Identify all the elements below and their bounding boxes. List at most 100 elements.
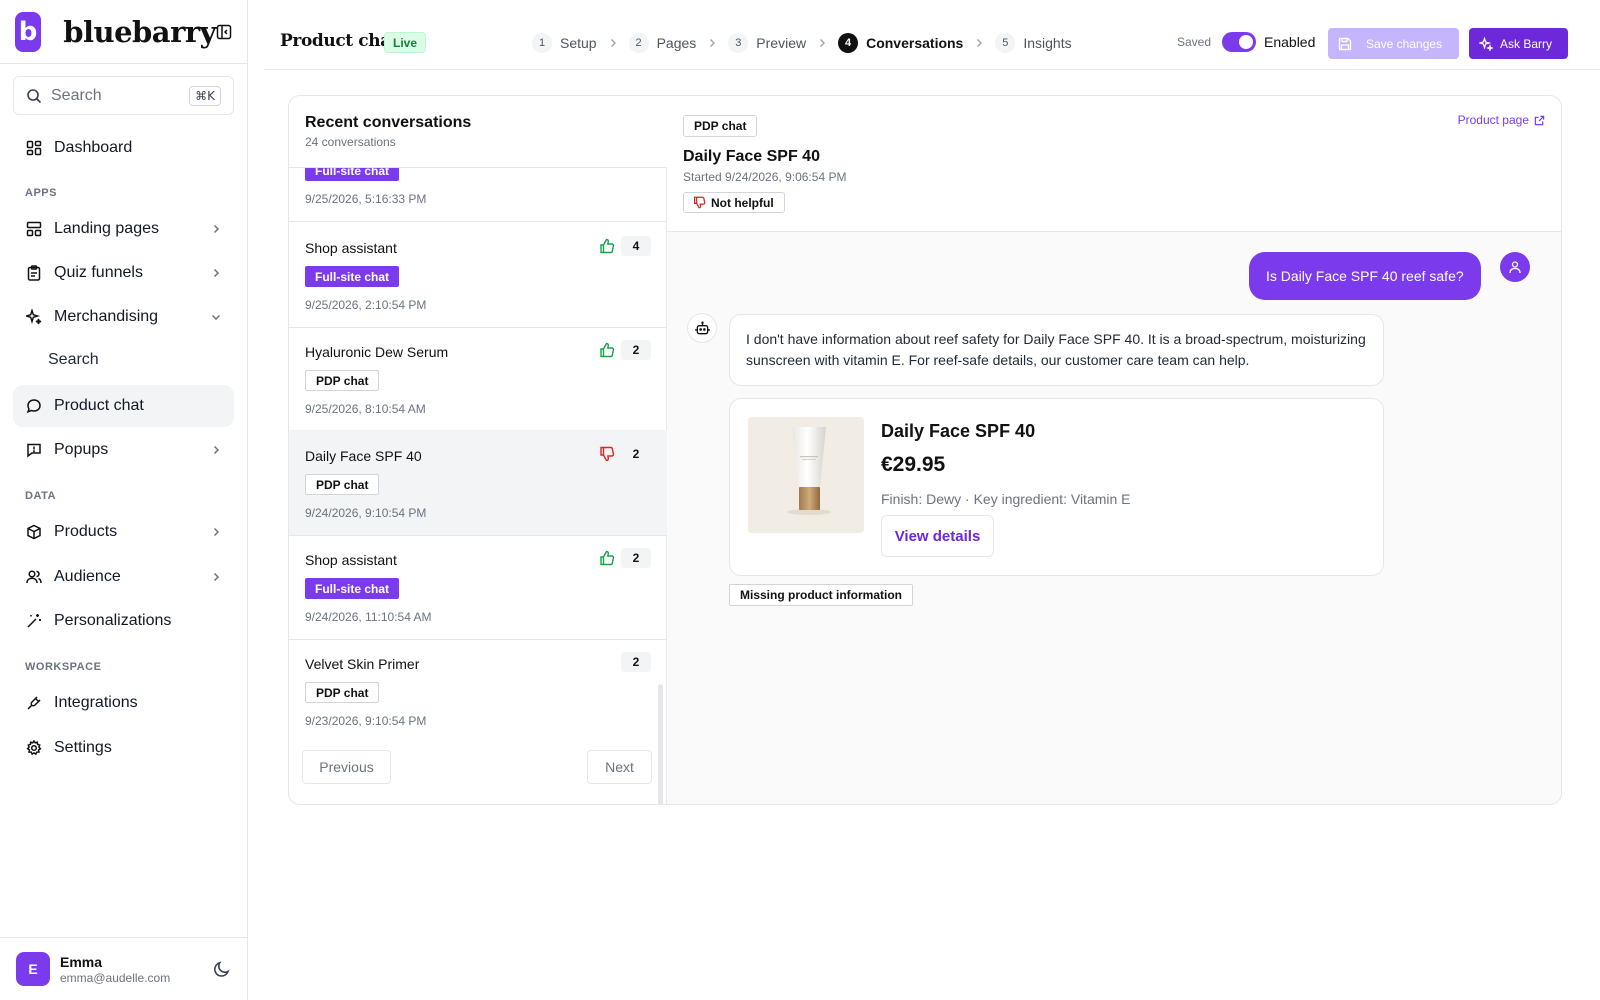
sidebar-item-label: Settings bbox=[54, 739, 112, 756]
bot-message-bubble: I don't have information about reef safe… bbox=[729, 314, 1384, 386]
conversation-date: 9/25/2026, 2:10:54 PM bbox=[305, 298, 427, 312]
view-details-button[interactable]: View details bbox=[881, 515, 994, 557]
conversation-type-tag: PDP chat bbox=[305, 474, 380, 495]
enabled-toggle[interactable] bbox=[1222, 32, 1256, 52]
conversation-list[interactable]: Full-site chat 9/25/2026, 5:16:33 PM Sho… bbox=[289, 168, 667, 728]
step-label: Pages bbox=[656, 35, 697, 51]
product-card: Daily Face SPF 40 €29.95 Finish: Dewy · … bbox=[729, 398, 1384, 576]
sidebar-item-integrations[interactable]: Integrations bbox=[13, 682, 234, 724]
conversation-title: Shop assistant bbox=[305, 240, 397, 256]
list-item[interactable]: Velvet Skin Primer 2 PDP chat 9/23/2026,… bbox=[289, 638, 667, 728]
magic-wand-icon bbox=[25, 612, 43, 630]
message-count-badge: 2 bbox=[621, 652, 651, 672]
conversation-detail-title: Daily Face SPF 40 bbox=[683, 148, 820, 165]
external-link-icon bbox=[1534, 115, 1545, 126]
conversation-date: 9/25/2026, 8:10:54 AM bbox=[305, 402, 426, 416]
user-email: emma@audelle.com bbox=[60, 970, 171, 985]
enabled-toggle-label: Enabled bbox=[1264, 34, 1316, 50]
sidebar-item-settings[interactable]: Settings bbox=[13, 727, 234, 769]
product-image bbox=[748, 417, 864, 533]
chevron-down-icon bbox=[210, 311, 222, 323]
brand-wordmark[interactable]: bluebarry bbox=[63, 15, 216, 49]
popup-icon bbox=[25, 441, 43, 459]
sidebar-item-merchandising[interactable]: Merchandising bbox=[13, 296, 234, 338]
conversations-card: Recent conversations 24 conversations Fu… bbox=[288, 95, 1562, 805]
chevron-right-icon bbox=[816, 37, 828, 49]
message-count-badge: 2 bbox=[621, 340, 651, 360]
wizard-steps: 1 Setup 2 Pages 3 Preview 4 Conversation… bbox=[532, 32, 1072, 54]
chevron-right-icon bbox=[210, 526, 222, 538]
search-icon bbox=[26, 88, 42, 104]
save-changes-button[interactable]: Save changes bbox=[1328, 28, 1459, 59]
conversation-title: Daily Face SPF 40 bbox=[305, 448, 422, 464]
user-info: Emma emma@audelle.com bbox=[60, 954, 170, 985]
step-preview[interactable]: 3 Preview bbox=[728, 33, 806, 53]
ask-barry-button[interactable]: Ask Barry bbox=[1469, 28, 1568, 59]
thumbs-up-icon bbox=[599, 342, 617, 360]
previous-page-button[interactable]: Previous bbox=[302, 750, 391, 784]
logo-icon[interactable]: b bbox=[15, 11, 42, 52]
step-setup[interactable]: 1 Setup bbox=[532, 33, 597, 53]
step-pages[interactable]: 2 Pages bbox=[628, 33, 697, 53]
list-item[interactable]: Full-site chat 9/25/2026, 5:16:33 PM bbox=[289, 168, 667, 222]
user-avatar-icon bbox=[1500, 252, 1530, 282]
list-item[interactable]: Hyaluronic Dew Serum 2 PDP chat 9/25/202… bbox=[289, 326, 667, 432]
ask-barry-label: Ask Barry bbox=[1500, 36, 1553, 51]
sidebar-search-input[interactable]: Search ⌘K bbox=[13, 76, 234, 115]
conversation-count: 24 conversations bbox=[305, 135, 396, 149]
section-label-workspace: WORKSPACE bbox=[25, 661, 102, 673]
step-conversations[interactable]: 4 Conversations bbox=[838, 33, 963, 53]
list-item[interactable]: Shop assistant 4 Full-site chat 9/25/202… bbox=[289, 222, 667, 328]
conversation-detail-pane: PDP chat Daily Face SPF 40 Started 9/24/… bbox=[667, 96, 1561, 804]
product-name: Daily Face SPF 40 bbox=[881, 421, 1036, 441]
search-placeholder: Search bbox=[51, 86, 102, 104]
conversation-type-tag: Full-site chat bbox=[305, 578, 400, 599]
sparkle-icon bbox=[25, 308, 43, 326]
conversation-type-tag: PDP chat bbox=[305, 682, 380, 703]
list-item-selected[interactable]: Daily Face SPF 40 2 PDP chat 9/24/2026, … bbox=[289, 430, 667, 536]
dashboard-icon bbox=[25, 139, 43, 157]
conversation-type-tag: Full-site chat bbox=[305, 266, 400, 287]
thumbs-down-icon bbox=[599, 446, 617, 464]
message-count-badge: 4 bbox=[621, 236, 651, 256]
sidebar-item-audience[interactable]: Audience bbox=[13, 556, 234, 598]
product-page-link[interactable]: Product page bbox=[1458, 113, 1545, 127]
chevron-right-icon bbox=[973, 37, 985, 49]
sidebar-item-label: Products bbox=[54, 523, 118, 540]
rating-label: Not helpful bbox=[711, 195, 774, 210]
sidebar-collapse-icon[interactable] bbox=[216, 23, 232, 41]
conversation-type-tag: PDP chat bbox=[305, 370, 380, 391]
thumbs-down-icon bbox=[693, 196, 706, 209]
sidebar-item-quiz-funnels[interactable]: Quiz funnels bbox=[13, 252, 234, 294]
section-label-data: DATA bbox=[25, 490, 56, 502]
conversation-list-pane: Recent conversations 24 conversations Fu… bbox=[289, 96, 667, 804]
chevron-right-icon bbox=[210, 267, 222, 279]
sidebar-item-label: Popups bbox=[54, 441, 109, 458]
moon-icon[interactable] bbox=[212, 959, 232, 979]
thumbs-up-icon bbox=[599, 238, 617, 256]
sidebar-item-label: Dashboard bbox=[54, 139, 133, 156]
step-number: 1 bbox=[532, 33, 552, 53]
sidebar-item-product-chat[interactable]: Product chat bbox=[13, 385, 234, 427]
user-profile[interactable]: E Emma emma@audelle.com bbox=[0, 937, 248, 1000]
conversation-date: 9/24/2026, 11:10:54 AM bbox=[305, 610, 432, 624]
sidebar-item-products[interactable]: Products bbox=[13, 511, 234, 553]
step-insights[interactable]: 5 Insights bbox=[995, 33, 1072, 53]
conversation-title: Hyaluronic Dew Serum bbox=[305, 344, 449, 360]
issue-tag: Missing product information bbox=[729, 584, 913, 606]
section-label-apps: APPS bbox=[25, 187, 57, 199]
conversation-list-scrollbar[interactable] bbox=[658, 684, 663, 804]
sidebar-item-dashboard[interactable]: Dashboard bbox=[13, 127, 234, 169]
conversation-date: 9/23/2026, 9:10:54 PM bbox=[305, 714, 427, 728]
message-count-badge: 2 bbox=[632, 447, 640, 461]
sidebar-item-personalizations[interactable]: Personalizations bbox=[13, 600, 234, 642]
product-meta: Finish: Dewy · Key ingredient: Vitamin E bbox=[881, 491, 1131, 507]
list-item[interactable]: Shop assistant 2 Full-site chat 9/24/202… bbox=[289, 534, 667, 640]
sidebar-subitem-search[interactable]: Search bbox=[48, 351, 99, 369]
sidebar-item-popups[interactable]: Popups bbox=[13, 429, 234, 471]
sidebar-item-landing-pages[interactable]: Landing pages bbox=[13, 208, 234, 250]
conversation-type-tag: Full-site chat bbox=[305, 168, 400, 181]
next-page-button[interactable]: Next bbox=[587, 750, 652, 784]
status-badge: Live bbox=[384, 32, 427, 53]
step-number: 4 bbox=[838, 33, 859, 53]
